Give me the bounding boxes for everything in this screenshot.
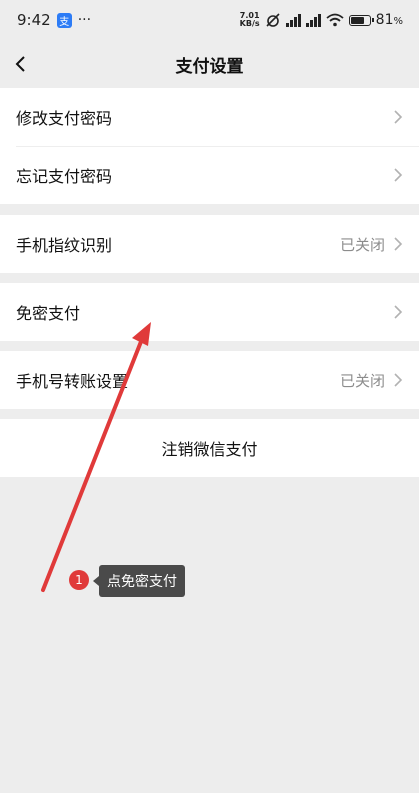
alipay-notification-icon: 支 <box>56 12 72 28</box>
password-group: 修改支付密码 忘记支付密码 <box>0 88 419 204</box>
status-time: 9:42 <box>17 11 51 29</box>
logout-group: 注销微信支付 <box>0 419 419 477</box>
chevron-right-icon <box>394 305 403 319</box>
forgot-password-row[interactable]: 忘记支付密码 <box>0 146 419 204</box>
chevron-right-icon <box>394 110 403 124</box>
no-password-pay-row[interactable]: 免密支付 <box>0 283 419 341</box>
battery-icon <box>348 14 374 26</box>
status-right: 7.01 KB/s 81% <box>240 12 403 29</box>
nav-bar: 支付设置 <box>0 40 419 88</box>
chevron-right-icon <box>394 373 403 387</box>
battery-level <box>350 16 364 24</box>
no-password-group: 免密支付 <box>0 283 419 341</box>
battery-percent-value: 81 <box>375 12 394 28</box>
back-arrow-icon[interactable] <box>10 52 34 76</box>
phone-transfer-status: 已关闭 <box>339 371 385 390</box>
chevron-right-icon <box>394 237 403 251</box>
logout-wechat-pay-button[interactable]: 注销微信支付 <box>0 419 419 477</box>
step-number-badge: 1 <box>69 570 89 590</box>
no-password-pay-label: 免密支付 <box>16 304 81 323</box>
status-bar: 9:42 支 ··· 7.01 KB/s 81% <box>0 0 419 40</box>
status-left: 9:42 支 ··· <box>17 11 91 29</box>
change-password-label: 修改支付密码 <box>16 109 113 128</box>
network-speed: 7.01 KB/s <box>240 12 260 28</box>
fingerprint-label: 手机指纹识别 <box>16 236 113 255</box>
phone-transfer-row[interactable]: 手机号转账设置 已关闭 <box>0 351 419 409</box>
logout-wechat-pay-label: 注销微信支付 <box>161 440 258 459</box>
signal-icon-2 <box>305 13 321 27</box>
wifi-icon <box>326 13 344 27</box>
phone-transfer-label: 手机号转账设置 <box>16 372 129 391</box>
fingerprint-row[interactable]: 手机指纹识别 已关闭 <box>0 215 419 273</box>
phone-transfer-group: 手机号转账设置 已关闭 <box>0 351 419 409</box>
signal-icon <box>285 13 301 27</box>
battery-percent: 81% <box>376 12 403 28</box>
fingerprint-group: 手机指纹识别 已关闭 <box>0 215 419 273</box>
battery-percent-unit: % <box>393 16 403 27</box>
more-notifications-icon: ··· <box>77 12 92 28</box>
page-title: 支付设置 <box>175 56 244 77</box>
instruction-tooltip: 点免密支付 <box>93 565 185 597</box>
network-speed-unit: KB/s <box>239 19 260 28</box>
alarm-off-icon <box>266 13 280 27</box>
fingerprint-status: 已关闭 <box>339 235 385 254</box>
chevron-right-icon <box>394 168 403 182</box>
forgot-password-label: 忘记支付密码 <box>16 167 113 186</box>
change-password-row[interactable]: 修改支付密码 <box>0 88 419 146</box>
